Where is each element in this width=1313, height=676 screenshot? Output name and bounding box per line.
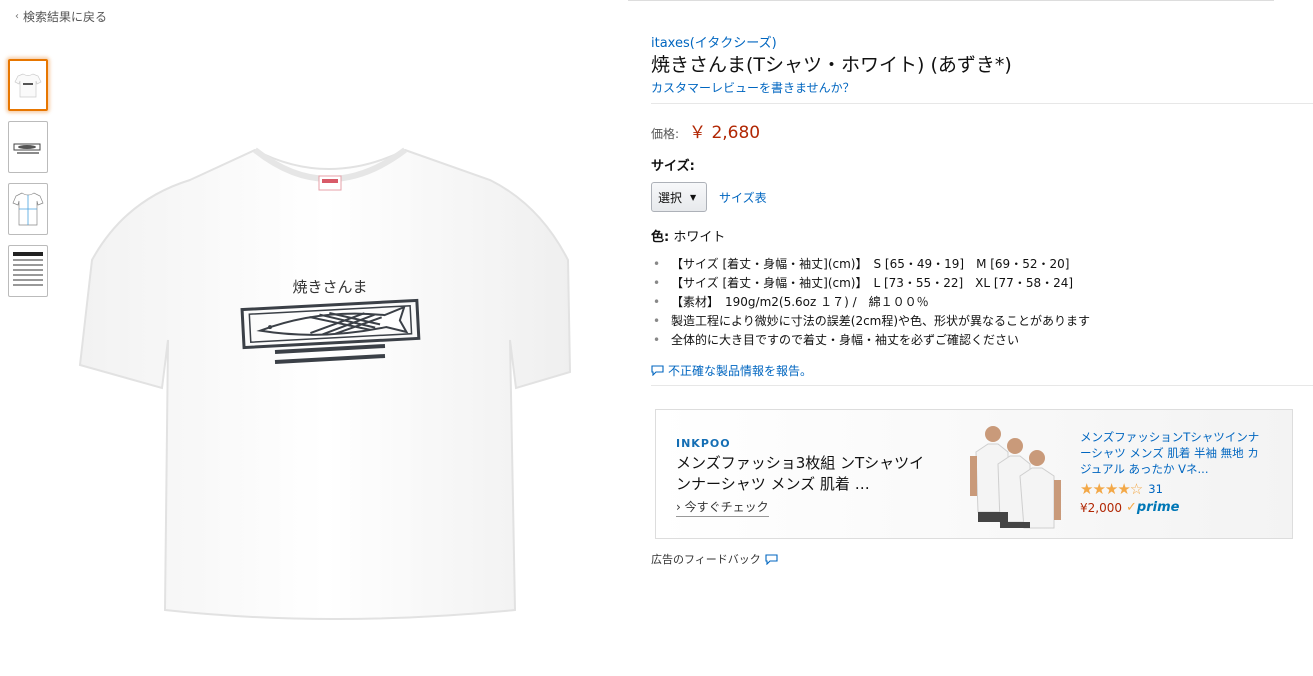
- feature-bullet: 【サイズ [着丈・身幅・袖丈](cm)】 L [73・55・22] XL [77…: [651, 274, 1313, 293]
- feature-bullet: 全体的に大き目ですので着丈・身幅・袖丈を必ずご確認ください: [651, 331, 1313, 350]
- print-text: 焼きさんま: [292, 278, 367, 296]
- rating-count: 31: [1148, 482, 1163, 496]
- report-incorrect-info-link[interactable]: 不正確な製品情報を報告。: [651, 362, 1313, 379]
- ad-headline[interactable]: メンズファッショ3枚組 ンTシャツインナーシャツ メンズ 肌着 …: [676, 453, 926, 495]
- size-row: 選択 ▼ サイズ表: [651, 182, 1313, 212]
- sponsored-ad[interactable]: INKPOO メンズファッショ3枚組 ンTシャツインナーシャツ メンズ 肌着 ……: [655, 409, 1293, 539]
- print-design-thumb-icon: [13, 143, 41, 154]
- color-label: 色:: [651, 230, 670, 245]
- thumbnail-4[interactable]: [8, 245, 48, 297]
- ad-cta-label: 今すぐチェック: [684, 500, 769, 514]
- prime-check-icon: ✓: [1126, 500, 1137, 515]
- feature-bullet: 【素材】 190g/m2(5.6oz １７) / 綿１００％: [651, 293, 1313, 312]
- prime-badge: ✓prime: [1126, 500, 1179, 515]
- prime-label: prime: [1136, 500, 1180, 515]
- ad-brand: INKPOO: [676, 437, 731, 450]
- divider: [651, 385, 1313, 386]
- back-to-results-link[interactable]: ‹ 検索結果に戻る: [15, 8, 107, 25]
- size-diagram-thumb-icon: [12, 192, 44, 226]
- main-product-image[interactable]: 焼きさんま: [70, 110, 590, 630]
- size-label: サイズ:: [651, 159, 695, 174]
- price-value: ￥ 2,680: [689, 123, 761, 143]
- ad-product-title[interactable]: メンズファッションTシャツインナーシャツ メンズ 肌着 半袖 無地 カジュアル …: [1080, 429, 1270, 477]
- chevron-left-icon: ‹: [15, 11, 19, 22]
- tshirt-thumb-icon: [14, 73, 42, 98]
- star-rating-icon: ★★★★☆: [1080, 480, 1143, 498]
- size-dropdown-value: 選択: [658, 190, 683, 205]
- size-chart-link[interactable]: サイズ表: [719, 189, 767, 206]
- color-row: 色: ホワイト: [651, 226, 1313, 245]
- product-title: 焼きさんま(Tシャツ・ホワイト) (あずき*): [651, 54, 1012, 76]
- ad-cta-link[interactable]: › 今すぐチェック: [676, 498, 769, 517]
- ad-feedback-link[interactable]: 広告のフィードバック: [651, 551, 1313, 567]
- speech-bubble-icon: [765, 553, 778, 565]
- feature-bullet: 製造工程により微妙に寸法の誤差(2cm程)や色、形状が異なることがあります: [651, 312, 1313, 331]
- ad-feedback-label: 広告のフィードバック: [651, 553, 761, 566]
- thumbnail-3[interactable]: [8, 183, 48, 235]
- speech-bubble-icon: [651, 365, 664, 376]
- color-value: ホワイト: [673, 230, 726, 245]
- price-row: 価格: ￥ 2,680: [651, 118, 1313, 143]
- ad-product-image[interactable]: [968, 422, 1068, 530]
- top-divider: [628, 0, 1274, 1]
- thumbnail-2[interactable]: [8, 121, 48, 173]
- thumbnail-1[interactable]: [8, 59, 48, 111]
- divider: [651, 103, 1313, 104]
- write-review-link[interactable]: カスタマーレビューを書きませんか？: [651, 79, 1313, 96]
- size-table-thumb-icon: [13, 252, 43, 286]
- ad-price: ¥2,000: [1080, 500, 1122, 515]
- ad-price-row: ¥2,000 ✓prime: [1080, 500, 1179, 515]
- feature-bullets: 【サイズ [着丈・身幅・袖丈](cm)】 S [65・49・19] M [69・…: [651, 255, 1313, 350]
- product-details: itaxes(イタクシーズ) 焼きさんま(Tシャツ・ホワイト) (あずき*) カ…: [651, 32, 1313, 567]
- chevron-right-icon: ›: [676, 500, 681, 514]
- tshirt-image: 焼きさんま: [78, 147, 572, 620]
- price-label: 価格:: [651, 127, 680, 141]
- back-link-label: 検索結果に戻る: [23, 10, 108, 24]
- size-dropdown[interactable]: 選択 ▼: [651, 182, 707, 212]
- caret-down-icon: ▼: [690, 192, 697, 202]
- brand-link[interactable]: itaxes(イタクシーズ): [651, 32, 1313, 51]
- report-link-label: 不正確な製品情報を報告。: [668, 364, 813, 378]
- ad-rating[interactable]: ★★★★☆ 31: [1080, 480, 1163, 498]
- thumbnail-strip: [8, 59, 48, 307]
- feature-bullet: 【サイズ [着丈・身幅・袖丈](cm)】 S [65・49・19] M [69・…: [651, 255, 1313, 274]
